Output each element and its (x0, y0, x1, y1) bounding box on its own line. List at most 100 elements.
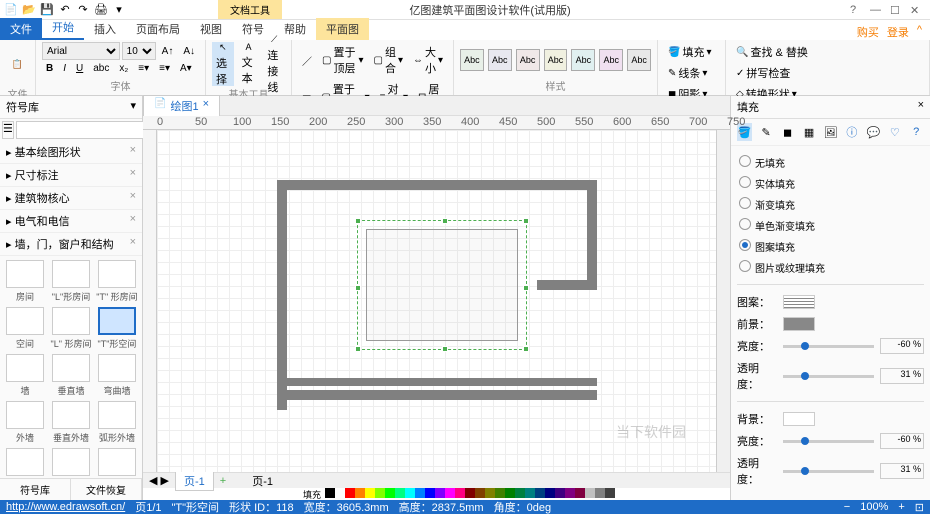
paste-button[interactable]: 📋 (6, 42, 29, 86)
close-panel-icon[interactable]: × (918, 99, 924, 115)
library-tab[interactable]: 符号库 (0, 479, 71, 500)
color-swatch[interactable] (415, 488, 425, 498)
color-swatch[interactable] (525, 488, 535, 498)
zoom-out-icon[interactable]: − (844, 501, 850, 513)
tab-help[interactable]: 帮助 (274, 18, 316, 40)
color-swatch[interactable] (485, 488, 495, 498)
category-item[interactable]: ▸ 墙，门，窗户和结构× (0, 233, 142, 256)
opacity-slider-2[interactable] (783, 470, 874, 473)
maximize-icon[interactable]: ☐ (890, 4, 902, 16)
style-preset[interactable]: Abc (460, 49, 484, 71)
shape-item[interactable]: 外墙 (4, 401, 46, 444)
drawing-canvas[interactable]: 当下软件园 (157, 130, 716, 472)
fill-type-radio[interactable]: 单色渐变填充 (737, 215, 924, 236)
recovery-tab[interactable]: 文件恢复 (71, 479, 142, 500)
connector-tool[interactable]: ⟋连接线 (263, 42, 285, 86)
style-preset[interactable]: Abc (627, 49, 651, 71)
minimize-icon[interactable]: — (870, 4, 882, 16)
bullets-icon[interactable]: ≡▾ (134, 61, 153, 76)
shape-item[interactable]: "L" 形房间 (50, 307, 92, 350)
color-swatch[interactable] (375, 488, 385, 498)
group-button[interactable]: ▢ 组合▾ (369, 42, 406, 78)
font-name-select[interactable]: Arial (42, 42, 120, 60)
color-swatch[interactable] (515, 488, 525, 498)
color-swatch[interactable] (565, 488, 575, 498)
close-icon[interactable]: ✕ (910, 4, 922, 16)
color-swatch[interactable] (545, 488, 555, 498)
color-swatch[interactable] (585, 488, 595, 498)
style-preset[interactable]: Abc (516, 49, 540, 71)
tab-insert[interactable]: 插入 (84, 18, 126, 40)
color-swatch[interactable] (495, 488, 505, 498)
color-swatch[interactable] (595, 488, 605, 498)
strike-button[interactable]: abc (89, 61, 113, 76)
color-swatch[interactable] (335, 488, 345, 498)
fg-color-swatch[interactable] (783, 317, 815, 331)
shape-item[interactable]: "L"形房间 (50, 260, 92, 303)
color-swatch[interactable] (535, 488, 545, 498)
shape-item[interactable]: 垂直外墙 (50, 401, 92, 444)
category-item[interactable]: ▸ 建筑物核心× (0, 187, 142, 210)
text-tab-icon[interactable]: ⓘ (844, 123, 859, 141)
picture-tab-icon[interactable]: 🖼 (823, 123, 838, 141)
vertical-scrollbar[interactable] (716, 130, 730, 472)
category-item[interactable]: ▸ 尺寸标注× (0, 164, 142, 187)
find-replace-button[interactable]: 🔍 查找 & 替换 (732, 42, 923, 62)
color-swatch[interactable] (445, 488, 455, 498)
shape-item[interactable]: 开着的窗 (50, 448, 92, 478)
tab-floorplan[interactable]: 平面图 (316, 18, 369, 40)
shape-item[interactable]: 墙 (4, 354, 46, 397)
zoom-in-icon[interactable]: + (898, 501, 904, 513)
comment-tab-icon[interactable]: 💬 (866, 123, 881, 141)
fill-type-radio[interactable]: 无填充 (737, 152, 924, 173)
fill-type-radio[interactable]: 渐变填充 (737, 194, 924, 215)
library-menu-icon[interactable]: ▾ (130, 99, 136, 115)
tab-home[interactable]: 开始 (42, 16, 84, 40)
tab-symbol[interactable]: 符号 (232, 18, 274, 40)
color-swatch[interactable] (355, 488, 365, 498)
color-swatch[interactable] (395, 488, 405, 498)
color-swatch[interactable] (475, 488, 485, 498)
align-icon[interactable]: ≡▾ (155, 61, 174, 76)
size-button[interactable]: ⇔ 大小▾ (409, 42, 447, 78)
collapse-ribbon-icon[interactable]: ^ (917, 24, 922, 40)
shape-line-icon[interactable]: ／ (298, 51, 316, 70)
category-item[interactable]: ▸ 基本绘图形状× (0, 141, 142, 164)
status-url[interactable]: http://www.edrawsoft.cn/ (6, 501, 125, 513)
grow-font-icon[interactable]: A↑ (158, 44, 178, 59)
opacity-slider[interactable] (783, 375, 874, 378)
library-dropdown-icon[interactable]: ☰ (2, 121, 14, 139)
shape-item[interactable]: 窗户 (4, 448, 46, 478)
color-swatch[interactable] (455, 488, 465, 498)
color-swatch[interactable] (505, 488, 515, 498)
bring-front-button[interactable]: ▢ 置于顶层▾ (318, 42, 367, 78)
library-search-input[interactable] (16, 121, 158, 139)
shape-item[interactable]: "T"形空间 (96, 307, 138, 350)
qat-new-icon[interactable]: 📄 (4, 3, 18, 17)
color-swatch[interactable] (555, 488, 565, 498)
selected-shape[interactable] (357, 220, 527, 350)
heart-tab-icon[interactable]: ♡ (887, 123, 902, 141)
qat-save-icon[interactable]: 💾 (40, 3, 54, 17)
tab-view[interactable]: 视图 (190, 18, 232, 40)
shape-item[interactable]: 垂直墙 (50, 354, 92, 397)
text-tool[interactable]: A文本 (238, 42, 260, 86)
color-swatch[interactable] (465, 488, 475, 498)
color-swatch[interactable] (405, 488, 415, 498)
document-tab[interactable]: 📄 绘图1 × (143, 95, 220, 116)
font-color-icon[interactable]: A▾ (176, 61, 196, 76)
brightness-slider[interactable]: .rp-slider:nth-of-type(1)::after{left:20… (783, 345, 874, 348)
layer-tab-icon[interactable]: ▦ (801, 123, 816, 141)
shape-item[interactable]: 房间 (4, 260, 46, 303)
shape-item[interactable]: 弧形外墙 (96, 401, 138, 444)
category-item[interactable]: ▸ 电气和电信× (0, 210, 142, 233)
color-swatch[interactable] (345, 488, 355, 498)
color-swatch[interactable] (325, 488, 335, 498)
color-swatch[interactable] (435, 488, 445, 498)
subscript-button[interactable]: x₂ (115, 61, 132, 76)
style-preset[interactable]: Abc (488, 49, 512, 71)
shadow-tab-icon[interactable]: ◼ (780, 123, 795, 141)
shape-item[interactable]: 开着的窗 2 (96, 448, 138, 478)
help-tab-icon[interactable]: ? (909, 123, 924, 141)
italic-button[interactable]: I (59, 61, 70, 76)
